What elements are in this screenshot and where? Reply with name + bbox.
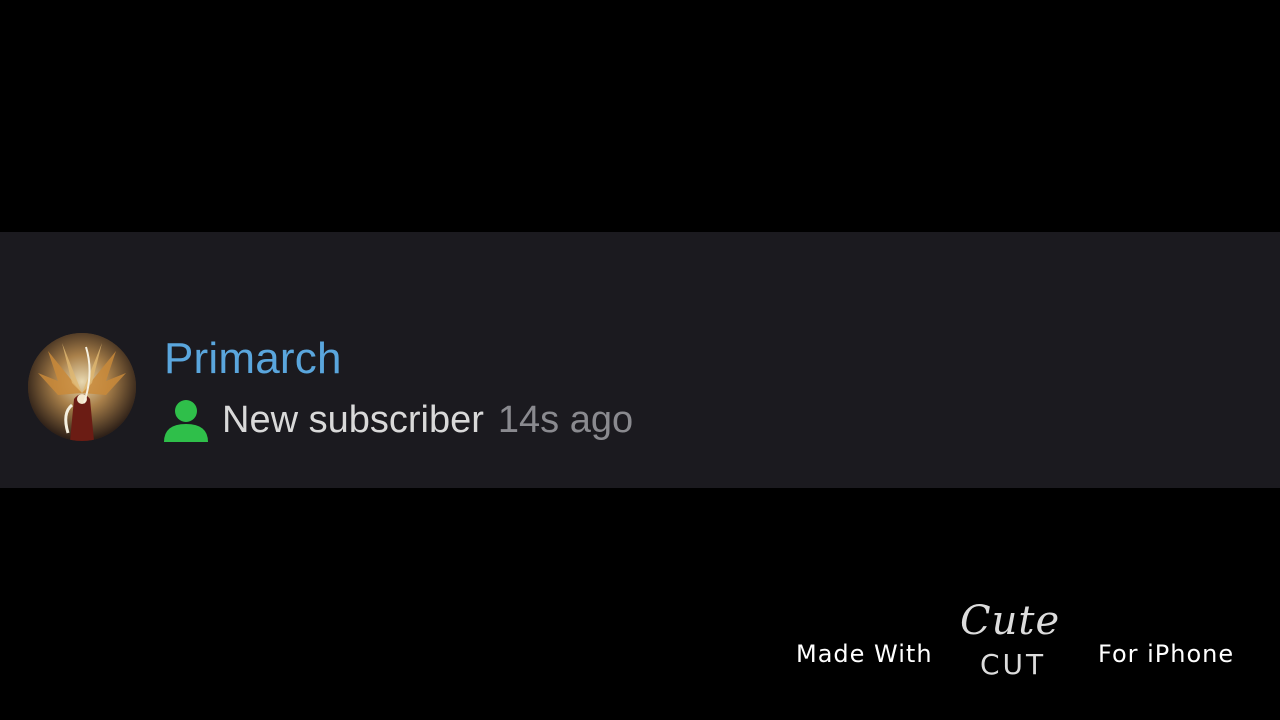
watermark-logo-script: Cute	[960, 598, 1061, 644]
event-label: New subscriber	[222, 399, 484, 441]
video-frame: Primarch New subscriber 14s ago Made Wit…	[0, 0, 1280, 720]
app-watermark: Made With Cute CUT For iPhone	[796, 598, 1246, 688]
user-icon	[162, 398, 210, 442]
watermark-logo: Cute CUT	[960, 598, 1090, 684]
watermark-platform: For iPhone	[1098, 640, 1235, 668]
avatar-image	[28, 333, 136, 441]
watermark-made-with: Made With	[796, 640, 933, 668]
username: Primarch	[164, 334, 342, 383]
avatar	[28, 333, 136, 441]
event-row: New subscriber 14s ago	[162, 392, 633, 448]
event-timestamp: 14s ago	[497, 399, 634, 441]
subscriber-alert: Primarch New subscriber 14s ago	[0, 232, 1280, 488]
watermark-logo-word: CUT	[980, 648, 1047, 681]
